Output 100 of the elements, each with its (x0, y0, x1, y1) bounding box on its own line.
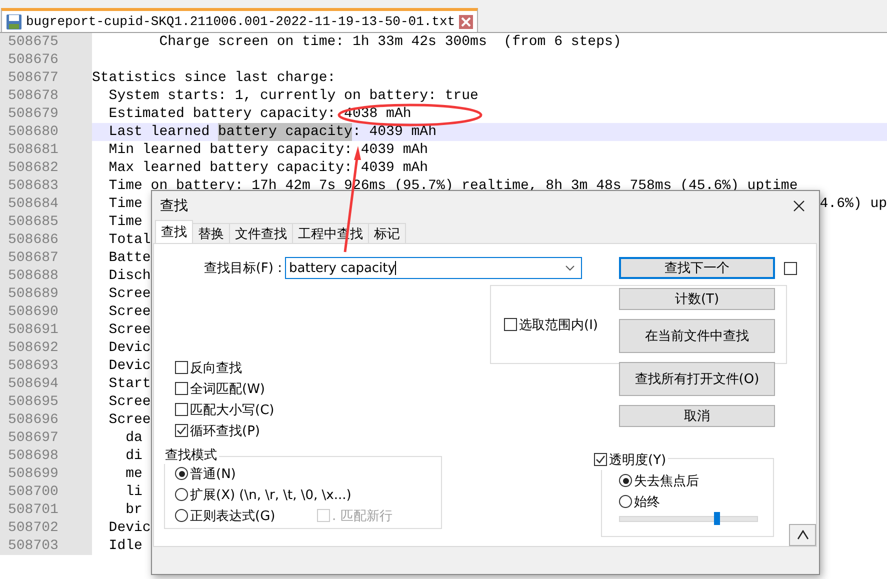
code-line: Min learned battery capacity: 4039 mAh (108, 141, 428, 159)
code-line: Scree (108, 393, 151, 411)
line-number: 508691 (0, 321, 92, 339)
line-number: 508685 (0, 213, 92, 231)
radio-button[interactable] (619, 495, 632, 508)
code-line: Scree (108, 321, 151, 339)
code-line: Time (108, 213, 142, 231)
line-number: 508682 (0, 159, 92, 177)
code-line: Scree (108, 285, 151, 303)
code-line: me (124, 465, 142, 483)
line-number: 508678 (0, 87, 92, 105)
line-number: 508693 (0, 357, 92, 375)
checkbox-label: 选取范围内(I) (519, 316, 598, 334)
dialog-title: 查找 (160, 197, 188, 216)
line-number: 508679 (0, 105, 92, 123)
close-icon[interactable] (793, 200, 805, 212)
checkbox[interactable] (175, 361, 188, 374)
line-number: 508687 (0, 249, 92, 267)
line-number: 508677 (0, 69, 92, 87)
checkbox[interactable] (175, 424, 188, 438)
checkbox[interactable] (784, 262, 797, 275)
line-number: 508703 (0, 537, 92, 555)
line-number: 508684 (0, 195, 92, 213)
collapse-button[interactable] (789, 524, 816, 546)
radio-button[interactable] (175, 467, 188, 480)
code-line: Idle (108, 537, 142, 555)
code-line: li (124, 483, 142, 501)
line-number: 508676 (0, 51, 92, 69)
code-line: da (124, 429, 142, 447)
line-number: 508680 (0, 123, 92, 141)
checkbox[interactable]: 选取范围内(I) (504, 314, 598, 336)
dialog-button[interactable]: 计数(T) (619, 288, 775, 310)
radio-label: 扩展(X) (\n, \r, \t, \0, \x...) (190, 486, 352, 504)
code-line: Max learned battery capacity: 4039 mAh (108, 159, 428, 177)
checkbox-label: . 匹配新行 (332, 508, 392, 525)
code-line: System starts: 1, currently on battery: true (108, 87, 478, 105)
code-line: Devic (108, 519, 151, 537)
line-number: 508686 (0, 231, 92, 249)
code-line: Statistics since last charge: (92, 69, 336, 87)
code-line: 4.6%) up (820, 195, 887, 213)
code-line: Devic (108, 357, 151, 375)
search-match-highlight: battery capacity (218, 123, 352, 141)
code-line: Charge screen on time: 1h 33m 42s 300ms (from 6 steps) (158, 33, 622, 51)
line-number: 508689 (0, 285, 92, 303)
code-line: Batte (108, 249, 151, 267)
code-line: Scree (108, 303, 151, 321)
code-line: Start (108, 375, 151, 393)
code-line: Scree (108, 411, 151, 429)
line-number: 508696 (0, 411, 92, 429)
line-number: 508698 (0, 447, 92, 465)
slider-thumb[interactable] (714, 512, 720, 526)
dialog-tab[interactable]: 查找 (155, 220, 193, 244)
line-number: 508699 (0, 465, 92, 483)
line-number: 508690 (0, 303, 92, 321)
code-line: Total (108, 231, 151, 249)
line-number: 508681 (0, 141, 92, 159)
checkbox-label: 透明度(Y) (609, 452, 666, 469)
line-number: 508694 (0, 375, 92, 393)
code-line: Devic (108, 339, 151, 357)
dropdown-icon[interactable] (565, 265, 575, 272)
line-number: 508700 (0, 483, 92, 501)
code-line: di (124, 447, 142, 465)
radio-label: 正则表达式(G) (190, 508, 276, 525)
code-line: : 4039 mAh (352, 123, 436, 141)
line-number: 508675 (0, 33, 92, 51)
radio-button[interactable] (175, 488, 188, 502)
line-number: 508702 (0, 519, 92, 537)
checkbox-label: 匹配大小写(C) (190, 402, 274, 419)
line-number: 508701 (0, 501, 92, 519)
radio-label: 失去焦点后 (634, 472, 699, 490)
checkbox-label: 反向查找 (190, 360, 242, 377)
dialog-button[interactable]: 在当前文件中查找 (619, 319, 775, 354)
file-tab[interactable]: bugreport-cupid-SKQ1.211006.001-2022-11-19-13-50-01.txt (1, 8, 478, 32)
dialog-button[interactable]: 查找所有打开文件(O) (619, 362, 775, 396)
line-number: 508695 (0, 393, 92, 411)
search-field[interactable]: battery capacity (285, 257, 582, 280)
line-number: 508688 (0, 267, 92, 285)
checkbox[interactable] (175, 382, 188, 396)
dialog-button[interactable]: 查找下一个 (619, 257, 775, 280)
checkbox[interactable] (175, 403, 188, 416)
code-line: Last learned (108, 123, 211, 141)
line-number: 508697 (0, 429, 92, 447)
radio-label: 普通(N) (190, 466, 236, 483)
dialog-tab[interactable]: 标记 (368, 223, 406, 244)
radio-button[interactable] (175, 509, 188, 522)
line-number: 508692 (0, 339, 92, 357)
radio-label: 始终 (634, 494, 660, 511)
radio-button[interactable] (619, 474, 632, 488)
field-label: 查找目标(F) : (202, 260, 282, 278)
checkbox[interactable] (594, 453, 607, 466)
code-line: br (124, 501, 142, 519)
code-line: Time (108, 195, 142, 213)
group-title: 查找模式 (163, 448, 219, 464)
checkbox-box[interactable] (504, 318, 517, 332)
checkbox-label: 循环查找(P) (190, 422, 260, 440)
checkbox-label: 全词匹配(W) (190, 380, 265, 398)
line-number: 508683 (0, 177, 92, 195)
chevron-up-icon (796, 530, 808, 540)
dialog-button[interactable]: 取消 (619, 405, 775, 428)
code-line: Disch (108, 267, 151, 285)
